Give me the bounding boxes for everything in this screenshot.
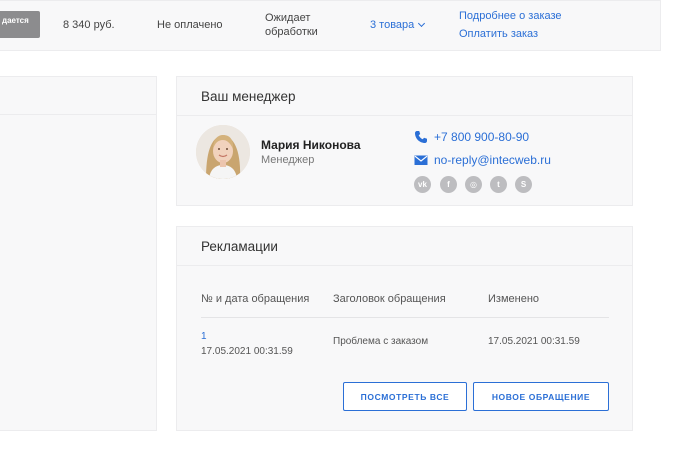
order-details-link[interactable]: Подробнее о заказе <box>459 10 562 22</box>
claim-number-link[interactable]: 1 <box>201 331 207 342</box>
manager-phone: +7 800 900-80-90 <box>434 130 530 144</box>
vk-icon[interactable]: vk <box>414 176 431 193</box>
twitter-icon[interactable]: t <box>490 176 507 193</box>
claims-header-changed: Изменено <box>488 293 540 305</box>
manager-panel-divider <box>177 115 632 116</box>
skype-icon[interactable]: S <box>515 176 532 193</box>
manager-email: no-reply@intecweb.ru <box>434 153 551 167</box>
manager-avatar <box>196 125 250 179</box>
order-status-badge-text: дается <box>2 16 29 25</box>
facebook-icon[interactable]: f <box>440 176 457 193</box>
claims-header-divider <box>201 317 609 318</box>
manager-role: Менеджер <box>261 154 315 166</box>
manager-panel-title: Ваш менеджер <box>201 89 296 104</box>
claims-panel-title: Рекламации <box>201 239 278 254</box>
claim-subject: Проблема с заказом <box>333 336 429 347</box>
claim-changed-date: 17.05.2021 00:31.59 <box>488 336 580 347</box>
claims-panel-divider <box>177 265 632 266</box>
claims-header-number-date: № и дата обращения <box>201 293 310 305</box>
pay-order-link[interactable]: Оплатить заказ <box>459 28 538 40</box>
mail-icon <box>414 155 428 165</box>
order-status-badge: дается <box>0 11 40 38</box>
left-panel-divider <box>0 114 156 115</box>
instagram-icon[interactable]: ◎ <box>465 176 482 193</box>
manager-panel: Ваш менеджер Мария Никонова Менеджер +7 … <box>176 76 633 206</box>
phone-icon <box>415 131 427 143</box>
processing-status: Ожидает обработки <box>265 12 318 38</box>
payment-status: Не оплачено <box>157 19 223 31</box>
goods-count-label: 3 товара <box>370 19 415 31</box>
order-price: 8 340 руб. <box>63 19 115 31</box>
manager-name: Мария Никонова <box>261 138 361 152</box>
claims-panel: Рекламации № и дата обращения Заголовок … <box>176 226 633 431</box>
goods-count-toggle[interactable]: 3 товара <box>370 19 426 31</box>
claim-created-date: 17.05.2021 00:31.59 <box>201 346 293 357</box>
left-panel <box>0 76 157 431</box>
new-claim-button[interactable]: НОВОЕ ОБРАЩЕНИЕ <box>473 382 609 411</box>
chevron-down-icon <box>418 19 426 28</box>
claims-header-subject: Заголовок обращения <box>333 293 446 305</box>
view-all-claims-button[interactable]: ПОСМОТРЕТЬ ВСЕ <box>343 382 467 411</box>
order-summary-bar: дается 8 340 руб. Не оплачено Ожидает об… <box>0 0 661 51</box>
